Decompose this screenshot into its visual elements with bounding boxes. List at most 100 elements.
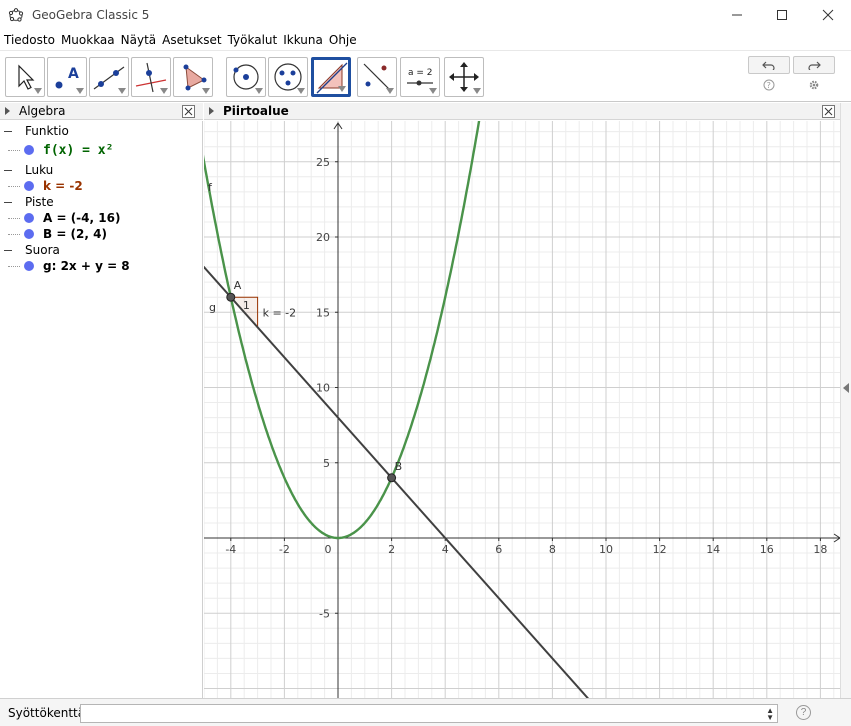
point-a-text: A = (-4, 16) — [43, 211, 121, 225]
x-tick-label: 14 — [706, 543, 720, 556]
line-tool-button[interactable] — [89, 57, 129, 97]
x-tick-label: 2 — [388, 543, 395, 556]
maximize-button[interactable] — [759, 0, 805, 30]
input-label: Syöttökenttä: — [8, 705, 90, 720]
reflect-tool-button[interactable] — [357, 57, 397, 97]
x-tick-label: 0 — [325, 543, 332, 556]
line-g-text: g: 2x + y = 8 — [43, 259, 130, 273]
redo-button[interactable] — [793, 56, 835, 74]
toolbar: A a = 2 ? — [0, 52, 851, 102]
input-help-button[interactable]: ? — [796, 705, 811, 720]
x-tick-label: 8 — [549, 543, 556, 556]
x-tick-label: -4 — [225, 543, 236, 556]
algebra-item-b[interactable]: B = (2, 4) — [8, 227, 107, 241]
y-tick-label: 15 — [316, 306, 330, 319]
number-k-text: k = -2 — [43, 179, 83, 193]
category-suora[interactable]: Suora — [4, 243, 60, 257]
graphics-view[interactable]: -4 -2 0 2 4 6 8 10 12 14 16 18 -5 5 10 15 20 25 1 k = -2 … — [204, 121, 840, 698]
menu-tyokalut[interactable]: Työkalut — [228, 33, 278, 47]
y-tick-label: 5 — [323, 457, 330, 470]
point-a[interactable] — [226, 292, 236, 302]
x-tick-label: 18 — [813, 543, 827, 556]
major-grid — [204, 121, 840, 698]
move-tool-button[interactable] — [5, 57, 45, 97]
input-history-spinner-icon[interactable]: ▲ ▼ — [766, 707, 774, 722]
move-view-tool-button[interactable] — [444, 57, 484, 97]
algebra-view: Funktio f(x) = x² Luku k = -2 Piste A = … — [0, 121, 203, 698]
perpendicular-tool-button[interactable] — [131, 57, 171, 97]
algebra-item-g[interactable]: g: 2x + y = 8 — [8, 259, 130, 273]
menu-tiedosto[interactable]: Tiedosto — [4, 33, 55, 47]
category-label: Piste — [25, 195, 54, 209]
circle-tool-button[interactable] — [226, 57, 266, 97]
x-tick-label: 4 — [442, 543, 449, 556]
algebra-title: Algebra — [19, 104, 66, 118]
redo-icon — [808, 61, 821, 70]
perspective-sidebar-toggle[interactable] — [840, 103, 851, 698]
close-icon — [184, 107, 193, 116]
help-icon: ? — [800, 707, 807, 718]
svg-text:a = 2: a = 2 — [408, 68, 433, 78]
slope-run-label: 1 — [243, 299, 250, 312]
category-label: Funktio — [25, 124, 69, 138]
undo-button[interactable] — [748, 56, 790, 74]
slope-tool-button[interactable] — [311, 57, 351, 97]
close-window-button[interactable] — [805, 0, 851, 30]
geogebra-logo-icon — [8, 8, 24, 22]
y-tick-label: 10 — [316, 382, 330, 395]
menu-nayta[interactable]: Näytä — [121, 33, 157, 47]
x-tick-label: -2 — [279, 543, 290, 556]
svg-text:?: ? — [767, 81, 771, 90]
algebra-item-f[interactable]: f(x) = x² — [8, 142, 114, 158]
visibility-toggle[interactable] — [24, 145, 34, 155]
visibility-toggle[interactable] — [24, 229, 34, 239]
x-tick-label: 10 — [599, 543, 613, 556]
menu-asetukset[interactable]: Asetukset — [162, 33, 221, 47]
minimize-button[interactable] — [714, 0, 760, 30]
title-bar: GeoGebra Classic 5 — [0, 0, 851, 30]
x-tick-label: 12 — [653, 543, 667, 556]
category-piste[interactable]: Piste — [4, 195, 54, 209]
y-tick-label: 25 — [316, 156, 330, 169]
algebra-header: Algebra — [0, 103, 203, 120]
point-b-text: B = (2, 4) — [43, 227, 107, 241]
graphics-title: Piirtoalue — [223, 104, 289, 118]
visibility-toggle[interactable] — [24, 261, 34, 271]
ellipse-tool-button[interactable] — [268, 57, 308, 97]
slope-k-label: k = -2 — [263, 306, 297, 319]
category-luku[interactable]: Luku — [4, 163, 53, 177]
input-field[interactable] — [81, 705, 777, 722]
graphics-canvas[interactable]: -4 -2 0 2 4 6 8 10 12 14 16 18-5510152025 1 k = -2 … — [204, 121, 840, 698]
visibility-toggle[interactable] — [24, 181, 34, 191]
menu-muokkaa[interactable]: Muokkaa — [61, 33, 115, 47]
algebra-item-a[interactable]: A = (-4, 16) — [8, 211, 120, 225]
gear-icon — [809, 80, 819, 90]
undo-icon — [762, 61, 775, 70]
graphics-close-button[interactable] — [822, 105, 835, 118]
point-tool-button[interactable]: A — [47, 57, 87, 97]
line-g-label: g — [209, 301, 216, 314]
menu-ikkuna[interactable]: Ikkuna — [283, 33, 323, 47]
algebra-close-button[interactable] — [182, 105, 195, 118]
point-b[interactable] — [387, 473, 397, 483]
function-f-graph[interactable] — [204, 121, 483, 540]
panel-collapse-icon[interactable] — [5, 107, 10, 115]
maximize-icon — [777, 10, 787, 20]
algebra-item-k[interactable]: k = -2 — [8, 179, 83, 193]
visibility-toggle[interactable] — [24, 213, 34, 223]
category-funktio[interactable]: Funktio — [4, 124, 69, 138]
toolbar-help-button[interactable]: ? — [762, 78, 776, 92]
minor-grid — [204, 121, 840, 698]
settings-button[interactable] — [807, 78, 821, 92]
function-f-text: f(x) = x² — [43, 142, 114, 158]
close-icon — [824, 107, 833, 116]
x-tick-label: 6 — [495, 543, 502, 556]
slider-tool-button[interactable]: a = 2 — [400, 57, 440, 97]
graphics-header: Piirtoalue — [204, 103, 840, 120]
category-label: Luku — [25, 163, 54, 177]
input-field-wrapper[interactable]: ▲ ▼ — [80, 704, 778, 723]
polygon-tool-button[interactable] — [173, 57, 213, 97]
input-bar: Syöttökenttä: ▲ ▼ ? — [0, 698, 851, 726]
panel-collapse-icon[interactable] — [209, 107, 214, 115]
menu-ohje[interactable]: Ohje — [329, 33, 357, 47]
